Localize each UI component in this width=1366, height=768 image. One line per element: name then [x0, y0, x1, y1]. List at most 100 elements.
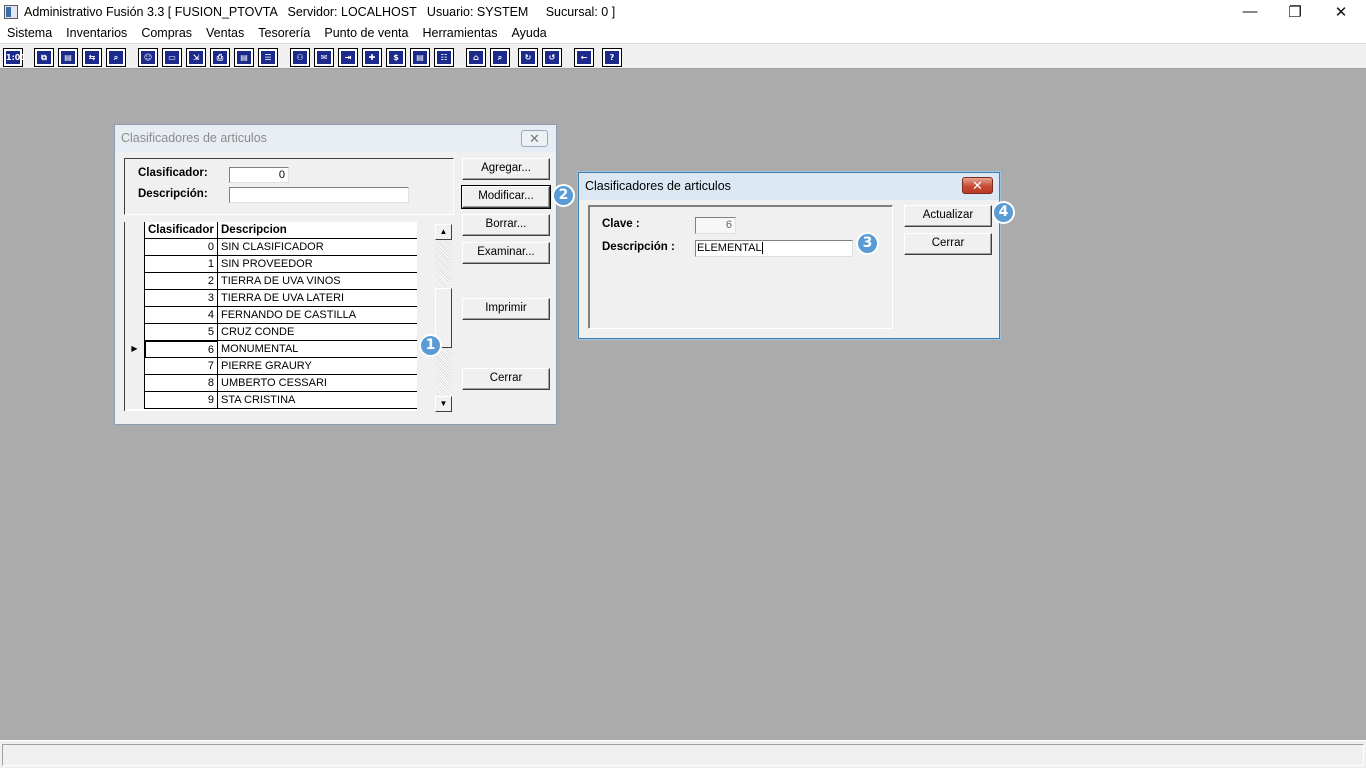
menu-inventarios[interactable]: Inventarios	[59, 23, 134, 43]
table-row[interactable]: 8 UMBERTO CESSARI	[125, 375, 417, 392]
add-icon-glyph: ✚	[365, 51, 379, 64]
report-icon[interactable]: ☷	[434, 48, 454, 67]
toolbar: 1:01 ⧉ ▤ ⇆ ⌕ ☺ ▭ ⇲ ⎙ ▤ ☰ ⚇ ✉ ⇥ ✚ $ ▤ ☷ ⌂ ⌕ ↻ ↺ ←?	[0, 43, 1366, 69]
import-icon[interactable]: ⇲	[186, 48, 206, 67]
column-header-clasificador[interactable]: Clasificador	[145, 222, 218, 239]
actualizar-button[interactable]: Actualizar	[904, 205, 992, 227]
page-icon[interactable]: ▤	[410, 48, 430, 67]
close-window-button[interactable]: ✕	[1318, 0, 1364, 23]
table-row[interactable]: 9 STA CRISTINA	[125, 392, 417, 409]
cell-clasificador[interactable]: 4	[145, 307, 218, 324]
grid-header: Clasificador Descripcion	[125, 222, 417, 239]
column-header-descripcion[interactable]: Descripcion	[218, 222, 417, 239]
export-icon-glyph: ⇥	[341, 51, 355, 64]
export-icon[interactable]: ⇥	[338, 48, 358, 67]
home-icon[interactable]: ⌂	[466, 48, 486, 67]
search-doc-icon[interactable]: ⌕	[106, 48, 126, 67]
binoculars-icon[interactable]: ⚇	[290, 48, 310, 67]
borrar-button[interactable]: Borrar...	[462, 214, 550, 236]
dollar-icon[interactable]: $	[386, 48, 406, 67]
refresh-icon[interactable]: ↻	[518, 48, 538, 67]
cell-descripcion[interactable]: MONUMENTAL	[218, 341, 417, 358]
catalog-icon[interactable]: 1:01	[3, 48, 26, 67]
restore-button[interactable]: ❐	[1272, 0, 1318, 23]
imprimir-button[interactable]: Imprimir	[462, 298, 550, 320]
back-icon[interactable]: ←	[574, 48, 594, 67]
cell-descripcion[interactable]: TIERRA DE UVA LATERI	[218, 290, 417, 307]
menu-ayuda[interactable]: Ayuda	[505, 23, 554, 43]
person-icon[interactable]: ☺	[138, 48, 158, 67]
row-indicator[interactable]	[125, 290, 145, 307]
vertical-scrollbar[interactable]: ▲ ▼	[435, 224, 452, 412]
cell-clasificador[interactable]: 6	[145, 341, 218, 358]
clipboard-icon[interactable]: ▤	[58, 48, 78, 67]
cell-clasificador[interactable]: 2	[145, 273, 218, 290]
cell-descripcion[interactable]: FERNANDO DE CASTILLA	[218, 307, 417, 324]
menu-tesoreria[interactable]: Tesorería	[251, 23, 317, 43]
menu-compras[interactable]: Compras	[134, 23, 199, 43]
table-row[interactable]: ▶ 6 MONUMENTAL	[125, 341, 417, 358]
row-indicator[interactable]	[125, 375, 145, 392]
zoom-icon[interactable]: ⌕	[490, 48, 510, 67]
descripcion-input[interactable]: ELEMENTAL	[695, 240, 853, 257]
clasificadores-grid[interactable]: Clasificador Descripcion 0 SIN CLASIFICAD…	[124, 222, 417, 411]
table-row[interactable]: 3 TIERRA DE UVA LATERI	[125, 290, 417, 307]
table-row[interactable]: 1 SIN PROVEEDOR	[125, 256, 417, 273]
table-row[interactable]: 2 TIERRA DE UVA VINOS	[125, 273, 417, 290]
undo-icon[interactable]: ↺	[542, 48, 562, 67]
person-icon-glyph: ☺	[141, 51, 155, 64]
cerrar-list-button[interactable]: Cerrar	[462, 368, 550, 390]
list-icon[interactable]: ☰	[258, 48, 278, 67]
descripcion-field[interactable]	[229, 187, 409, 203]
close-icon[interactable]: ✕	[962, 177, 993, 194]
cell-descripcion[interactable]: UMBERTO CESSARI	[218, 375, 417, 392]
cell-descripcion[interactable]: TIERRA DE UVA VINOS	[218, 273, 417, 290]
cell-descripcion[interactable]: SIN CLASIFICADOR	[218, 239, 417, 256]
cell-clasificador[interactable]: 0	[145, 239, 218, 256]
folder-icon[interactable]: ▭	[162, 48, 182, 67]
cell-clasificador[interactable]: 1	[145, 256, 218, 273]
scroll-up-arrow[interactable]: ▲	[435, 224, 452, 240]
close-icon[interactable]: ✕	[521, 130, 548, 147]
cell-descripcion[interactable]: STA CRISTINA	[218, 392, 417, 409]
modificar-button[interactable]: Modificar...	[461, 185, 551, 209]
cell-clasificador[interactable]: 3	[145, 290, 218, 307]
cell-clasificador[interactable]: 5	[145, 324, 218, 341]
copy-icon[interactable]: ⧉	[34, 48, 54, 67]
examinar-button[interactable]: Examinar...	[462, 242, 550, 264]
row-indicator[interactable]	[125, 307, 145, 324]
row-indicator[interactable]	[125, 256, 145, 273]
cell-descripcion[interactable]: SIN PROVEEDOR	[218, 256, 417, 273]
add-icon[interactable]: ✚	[362, 48, 382, 67]
cell-descripcion[interactable]: CRUZ CONDE	[218, 324, 417, 341]
cell-descripcion[interactable]: PIERRE GRAURY	[218, 358, 417, 375]
agregar-button[interactable]: Agregar...	[462, 158, 550, 180]
print-icon[interactable]: ⎙	[210, 48, 230, 67]
row-indicator[interactable]	[125, 392, 145, 409]
row-indicator[interactable]	[125, 273, 145, 290]
table-row[interactable]: 7 PIERRE GRAURY	[125, 358, 417, 375]
row-indicator[interactable]	[125, 324, 145, 341]
envelope-icon[interactable]: ✉	[314, 48, 334, 67]
transfer-icon[interactable]: ⇆	[82, 48, 102, 67]
table-row[interactable]: 5 CRUZ CONDE	[125, 324, 417, 341]
menu-herramientas[interactable]: Herramientas	[415, 23, 504, 43]
menu-punto-de-venta[interactable]: Punto de venta	[317, 23, 415, 43]
row-indicator[interactable]	[125, 239, 145, 256]
scroll-down-arrow[interactable]: ▼	[435, 396, 452, 412]
clasificador-field[interactable]: 0	[229, 167, 289, 183]
table-row[interactable]: 4 FERNANDO DE CASTILLA	[125, 307, 417, 324]
app-icon[interactable]	[4, 4, 18, 19]
row-indicator[interactable]: ▶	[125, 341, 145, 358]
minimize-button[interactable]: —	[1227, 0, 1273, 23]
cell-clasificador[interactable]: 8	[145, 375, 218, 392]
document-icon[interactable]: ▤	[234, 48, 254, 67]
row-indicator[interactable]	[125, 358, 145, 375]
cell-clasificador[interactable]: 7	[145, 358, 218, 375]
help-icon[interactable]: ?	[602, 48, 622, 67]
table-row[interactable]: 0 SIN CLASIFICADOR	[125, 239, 417, 256]
cell-clasificador[interactable]: 9	[145, 392, 218, 409]
menu-sistema[interactable]: Sistema	[0, 23, 59, 43]
cerrar-edit-button[interactable]: Cerrar	[904, 233, 992, 255]
menu-ventas[interactable]: Ventas	[199, 23, 251, 43]
